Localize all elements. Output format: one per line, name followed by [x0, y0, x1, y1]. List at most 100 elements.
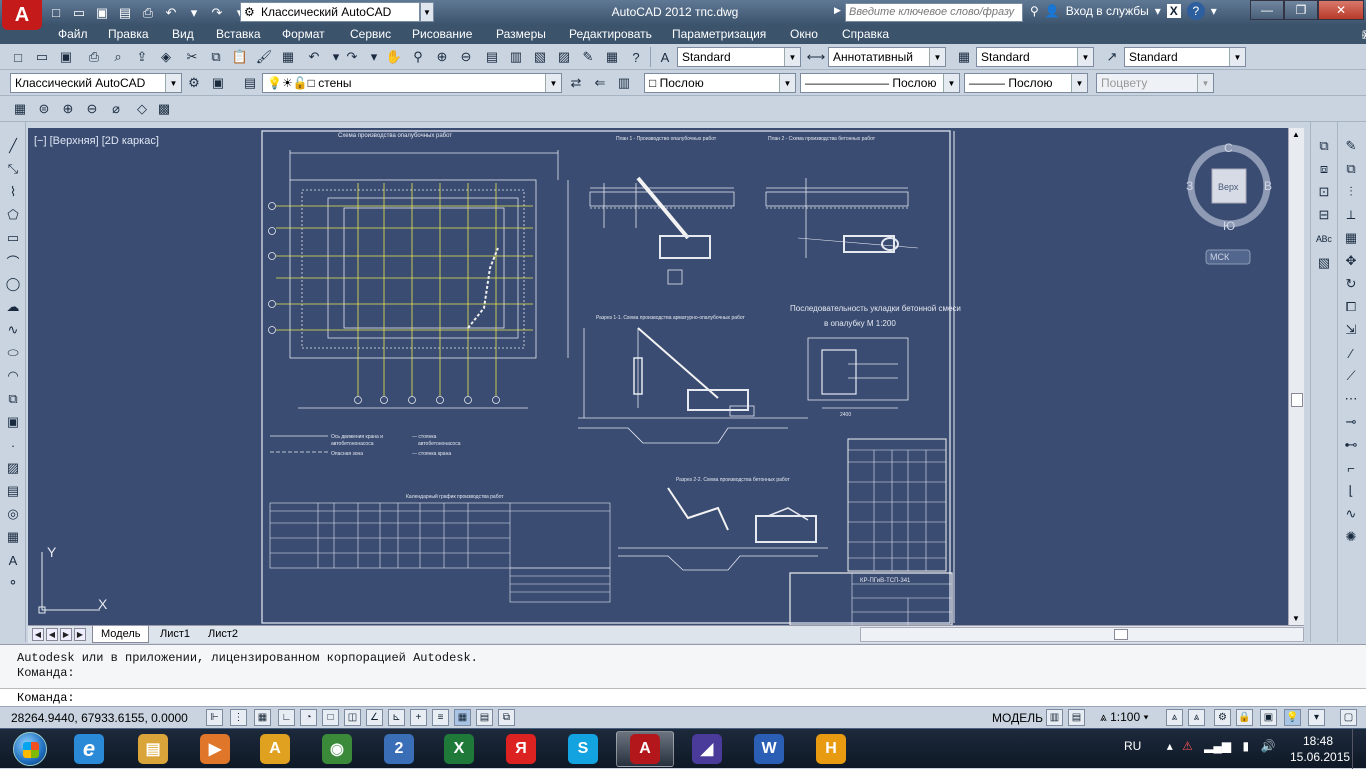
tab-model[interactable]: Модель [92, 626, 150, 643]
paste-icon[interactable]: 📋 [230, 47, 250, 67]
save-icon[interactable]: ▣ [92, 3, 112, 22]
undo-toolbar-icon[interactable]: ↶ [304, 47, 324, 67]
move-icon[interactable]: ✥ [1341, 251, 1361, 271]
next-tab-icon[interactable]: ▶ [60, 628, 72, 641]
taskbar-excel[interactable]: X [430, 731, 488, 767]
taskbar-skype[interactable]: S [554, 731, 612, 767]
layer-previous-icon[interactable]: ⇐ [590, 73, 610, 93]
transparency-icon[interactable]: ▦ [454, 709, 471, 726]
make-block-icon[interactable]: ▣ [3, 412, 23, 432]
snap-icon[interactable]: ⋮ [230, 709, 247, 726]
dyn-icon[interactable]: + [410, 709, 427, 726]
network-warning-icon[interactable]: ⚠ [1182, 739, 1193, 753]
plot-preview-icon[interactable]: ⌕ [108, 47, 128, 67]
isolate-objects-icon[interactable]: 💡 [1284, 709, 1301, 726]
login-dropdown-icon[interactable]: ▾ [1155, 4, 1161, 18]
hatch-back-icon[interactable]: ▧ [1314, 253, 1334, 273]
menu-draw[interactable]: Рисование [412, 27, 472, 41]
arc-icon[interactable]: ⌒ [3, 251, 23, 271]
taskbar-internet-explorer[interactable]: e [60, 731, 118, 767]
infer-constraints-icon[interactable]: ⊩ [206, 709, 223, 726]
last-tab-icon[interactable]: ▶ [74, 628, 86, 641]
doc-close-button[interactable]: ✕ [1362, 29, 1366, 42]
scroll-down-icon[interactable]: ▼ [1292, 614, 1300, 623]
gradient-icon[interactable]: ▤ [3, 481, 23, 501]
rotate-icon[interactable]: ↻ [1341, 274, 1361, 294]
color-select[interactable]: □ Послою ▼ [644, 73, 796, 93]
clean-screen-icon[interactable]: ▢ [1340, 709, 1357, 726]
linetype-select[interactable]: ——————— Послою ▼ [800, 73, 960, 93]
viewcube[interactable] [1187, 144, 1271, 265]
grid-table-icon[interactable]: ▦ [10, 99, 30, 119]
3d-osnap-icon[interactable]: ◫ [344, 709, 361, 726]
expand-arrow-icon[interactable]: ▶ [834, 5, 841, 16]
prev-tab-icon[interactable]: ◀ [46, 628, 58, 641]
globe-remove-icon[interactable]: ⊖ [82, 99, 102, 119]
osnap-icon[interactable]: □ [322, 709, 339, 726]
line-icon[interactable]: ╱ [3, 136, 23, 156]
menu-tools[interactable]: Сервис [350, 27, 391, 41]
polyline-icon[interactable]: ⌇ [3, 182, 23, 202]
dim-style-select[interactable]: Аннотативный ▼ [828, 47, 946, 67]
start-button[interactable] [4, 730, 56, 768]
zoom-previous-icon[interactable]: ⊖ [456, 47, 476, 67]
first-tab-icon[interactable]: ◀ [32, 628, 44, 641]
taskbar-media[interactable]: ▶ [186, 731, 244, 767]
rectangle-icon[interactable]: ▭ [3, 228, 23, 248]
workspace-dropdown-icon[interactable]: ▼ [420, 2, 434, 22]
menu-dimension[interactable]: Размеры [496, 27, 546, 41]
annotation-visibility-icon[interactable]: ⩓ [1166, 709, 1183, 726]
copy-object-icon[interactable]: ⧉ [1341, 159, 1361, 179]
taskbar-yandex[interactable]: Я [492, 731, 550, 767]
trim-icon[interactable]: ⁄ [1341, 343, 1361, 363]
battery-icon[interactable]: ▮ [1242, 739, 1249, 753]
menu-parametric[interactable]: Параметризация [672, 27, 766, 41]
stretch-icon[interactable]: ⇲ [1341, 320, 1361, 340]
cursor-coordinates[interactable]: 28264.9440, 67933.6155, 0.0000 [11, 711, 188, 725]
circle-icon[interactable]: ◯ [3, 274, 23, 294]
workspace-settings-icon[interactable]: ⚙ [184, 73, 204, 93]
menu-view[interactable]: Вид [172, 27, 194, 41]
menu-format[interactable]: Формат [282, 27, 325, 41]
auto-scale-icon[interactable]: ⩓ [1188, 709, 1205, 726]
workspace-switcher[interactable]: ⚙ Классический AutoCAD [240, 2, 420, 22]
insert-block-icon[interactable]: ⧉ [3, 389, 23, 409]
text-style-icon[interactable]: A [655, 47, 675, 67]
redo-list-icon[interactable]: ▾ [364, 47, 384, 67]
layer-states-icon[interactable]: ▥ [614, 73, 634, 93]
show-desktop-button[interactable] [1352, 729, 1366, 769]
table-style-select[interactable]: Standard ▼ [976, 47, 1094, 67]
globe-add-icon[interactable]: ⊕ [58, 99, 78, 119]
zoom-realtime-icon[interactable]: ⚲ [408, 47, 428, 67]
array-icon[interactable]: ▦ [1341, 228, 1361, 248]
horizontal-scrollbar[interactable] [860, 627, 1304, 642]
taskbar-word[interactable]: W [740, 731, 798, 767]
scale-icon[interactable]: ⧠ [1341, 297, 1361, 317]
break-icon[interactable]: ⊸ [1341, 412, 1361, 432]
extend-icon[interactable]: ⟋ [1341, 366, 1361, 386]
bring-front-icon[interactable]: ⧉ [1314, 136, 1334, 156]
new-file-icon[interactable]: □ [8, 47, 28, 67]
new-icon[interactable]: □ [46, 3, 66, 22]
menu-help[interactable]: Справка [842, 27, 889, 41]
annotation-scale[interactable]: ⩓ 1:100 ▾ [1100, 710, 1149, 725]
dim-style-icon[interactable]: ⟷ [806, 47, 826, 67]
quick-view-drawings-icon[interactable]: ▤ [1068, 709, 1085, 726]
save-file-icon[interactable]: ▣ [56, 47, 76, 67]
quick-view-layouts-icon[interactable]: ▥ [1046, 709, 1063, 726]
login-link[interactable]: Вход в службы [1066, 4, 1149, 18]
workspace-save-icon[interactable]: ▣ [208, 73, 228, 93]
menu-insert[interactable]: Вставка [216, 27, 261, 41]
grid-icon[interactable]: ▦ [254, 709, 271, 726]
add-selected-icon[interactable]: ⚬ [3, 573, 23, 593]
ducs-icon[interactable]: ⊾ [388, 709, 405, 726]
publish-icon[interactable]: ⇪ [132, 47, 152, 67]
zoom-window-icon[interactable]: ⊕ [432, 47, 452, 67]
join-icon[interactable]: ⊷ [1341, 435, 1361, 455]
no-entry-icon[interactable]: ⌀ [106, 99, 126, 119]
print-icon[interactable]: ⎙ [138, 3, 158, 22]
vertical-scroll-thumb[interactable] [1291, 393, 1303, 407]
tray-expand-icon[interactable]: ▴ [1167, 739, 1173, 753]
ellipse-icon[interactable]: ⬭ [3, 343, 23, 363]
erase-icon[interactable]: ✎ [1341, 136, 1361, 156]
